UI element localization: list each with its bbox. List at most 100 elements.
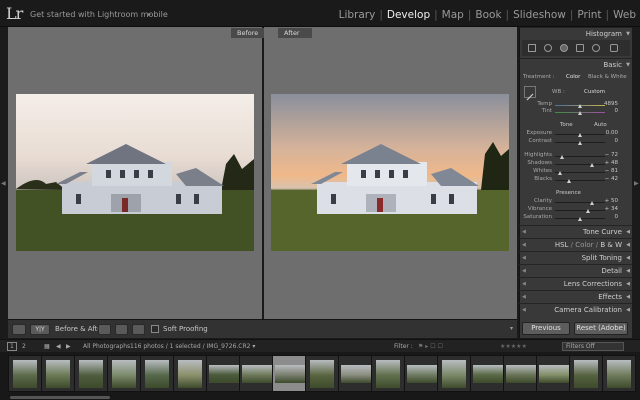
temp-slider-knob[interactable] (577, 104, 582, 108)
filmstrip-thumbnail[interactable] (41, 355, 75, 392)
module-library[interactable]: Library (339, 9, 376, 21)
filmstrip-thumbnail[interactable] (338, 355, 372, 392)
histogram-header[interactable]: Histogram ▼ (519, 27, 632, 40)
forward-arrow-icon[interactable]: ▶ (66, 343, 71, 350)
whites-label: Whites (533, 168, 552, 174)
tone-curve-header[interactable]: ◀ Tone Curve ◀ (519, 225, 632, 238)
tone-auto-button[interactable]: Auto (594, 122, 607, 128)
adjustment-brush-icon[interactable] (610, 44, 618, 52)
clarity-slider-knob[interactable] (590, 201, 594, 205)
exposure-slider-knob[interactable] (577, 133, 582, 137)
contrast-value[interactable]: 0 (598, 138, 619, 144)
filmstrip-scrollbar[interactable] (10, 396, 110, 399)
module-slideshow[interactable]: Slideshow (513, 9, 566, 21)
after-label: After (278, 28, 312, 38)
module-develop[interactable]: Develop (387, 9, 430, 21)
effects-header[interactable]: ◀ Effects ◀ (519, 290, 632, 303)
right-panel-toggle-icon[interactable]: ▶ (634, 180, 639, 187)
selection-info[interactable]: 116 photos / 1 selected / IMG_9726.CR2 ▾ (130, 343, 255, 350)
filmstrip-thumbnail[interactable] (8, 355, 42, 392)
filmstrip-thumbnail[interactable] (107, 355, 141, 392)
crop-icon[interactable] (528, 44, 536, 52)
shadows-label: Shadows (527, 160, 552, 166)
filmstrip-thumbnail[interactable] (74, 355, 108, 392)
whites-slider-knob[interactable] (557, 171, 562, 175)
clarity-value[interactable]: + 50 (598, 198, 618, 204)
back-arrow-icon[interactable]: ◀ (56, 343, 61, 350)
hsl-color-bw-header[interactable]: ◀ HSL / Color / B & W ◀ (519, 238, 632, 251)
filters-select[interactable]: Filters Off (562, 342, 624, 351)
basic-header[interactable]: Basic ▼ (519, 58, 632, 71)
camera-calibration-header[interactable]: ◀ Camera Calibration ◀ (519, 303, 632, 316)
whites-value[interactable]: − 81 (598, 168, 618, 174)
tint-slider-knob[interactable] (577, 111, 582, 115)
previous-button[interactable]: Previous (522, 322, 570, 335)
play-icon[interactable]: ▸ (148, 11, 151, 18)
before-photo[interactable] (16, 94, 254, 251)
highlights-slider-knob[interactable] (559, 155, 564, 159)
filmstrip-thumbnail[interactable] (305, 355, 339, 392)
before-after-mode-button[interactable]: Y|Y (30, 324, 50, 335)
copy-after-to-before-button[interactable] (115, 324, 128, 335)
temp-value[interactable]: 4895 (598, 101, 618, 107)
treatment-bw-option[interactable]: Black & White (588, 74, 627, 80)
reset-button[interactable]: Reset (Adobe) (574, 322, 628, 335)
filmstrip-thumbnail[interactable] (140, 355, 174, 392)
shadows-slider-knob[interactable] (589, 163, 594, 167)
shadows-value[interactable]: + 48 (598, 160, 618, 166)
page-1-button[interactable]: 1 (7, 342, 17, 351)
filmstrip-thumbnail[interactable] (503, 355, 537, 392)
filmstrip-thumbnail[interactable] (173, 355, 207, 392)
filmstrip-thumbnail[interactable] (239, 355, 273, 392)
module-map[interactable]: Map (442, 9, 464, 21)
filmstrip-thumbnail[interactable] (536, 355, 570, 392)
saturation-value[interactable]: 0 (598, 214, 619, 220)
radial-filter-icon[interactable] (592, 44, 600, 52)
white-balance-eyedropper-icon[interactable] (524, 86, 536, 101)
saturation-slider-knob[interactable] (577, 217, 582, 221)
blacks-slider-knob[interactable] (567, 179, 571, 183)
highlights-value[interactable]: − 72 (598, 152, 618, 158)
left-panel-toggle-icon[interactable]: ◀ (1, 180, 6, 187)
lens-corrections-header[interactable]: ◀ Lens Corrections ◀ (519, 277, 632, 290)
contrast-slider-knob[interactable] (577, 141, 582, 145)
toolbar-menu-icon[interactable]: ▾ (510, 325, 513, 332)
house-image (16, 144, 254, 251)
vibrance-value[interactable]: + 34 (598, 206, 618, 212)
tint-value[interactable]: 0 (598, 108, 619, 114)
grid-view-icon[interactable]: ▦ (44, 343, 50, 350)
treatment-color-option[interactable]: Color (566, 74, 580, 80)
source-label[interactable]: All Photographs (83, 343, 130, 350)
filmstrip-thumbnail[interactable] (206, 355, 240, 392)
thumbnail-image (242, 365, 272, 383)
page-2-button[interactable]: 2 (22, 343, 26, 350)
filmstrip-thumbnail[interactable] (569, 355, 603, 392)
flag-filter-icon[interactable]: ⚑ ▸ ☐ ☐ (418, 343, 443, 350)
red-eye-icon[interactable] (560, 44, 568, 52)
filmstrip-thumbnail[interactable] (602, 355, 636, 392)
module-book[interactable]: Book (475, 9, 501, 21)
detail-header[interactable]: ◀ Detail ◀ (519, 264, 632, 277)
split-toning-header[interactable]: ◀ Split Toning ◀ (519, 251, 632, 264)
rating-filter-icon[interactable]: ★★★★★ (500, 343, 527, 350)
copy-before-to-after-button[interactable] (98, 324, 111, 335)
swap-before-after-button[interactable] (132, 324, 145, 335)
module-print[interactable]: Print (577, 9, 601, 21)
soft-proofing-checkbox[interactable] (151, 325, 159, 333)
filmstrip-thumbnail[interactable] (404, 355, 438, 392)
thumbnail-image (178, 360, 202, 388)
filmstrip-thumbnail[interactable] (272, 355, 306, 392)
filmstrip-thumbnail[interactable] (371, 355, 405, 392)
module-web[interactable]: Web (613, 9, 636, 21)
vibrance-slider-knob[interactable] (586, 209, 590, 213)
blacks-value[interactable]: − 42 (598, 176, 618, 182)
filmstrip-thumbnail[interactable] (437, 355, 471, 392)
after-photo[interactable] (271, 94, 509, 251)
spot-removal-icon[interactable] (544, 44, 552, 52)
wb-select[interactable]: Custom (584, 89, 605, 95)
tint-label: Tint (541, 108, 552, 114)
graduated-filter-icon[interactable] (576, 44, 584, 52)
loupe-view-button[interactable] (12, 324, 26, 335)
filmstrip-thumbnail[interactable] (470, 355, 504, 392)
exposure-value[interactable]: 0.00 (598, 130, 618, 136)
